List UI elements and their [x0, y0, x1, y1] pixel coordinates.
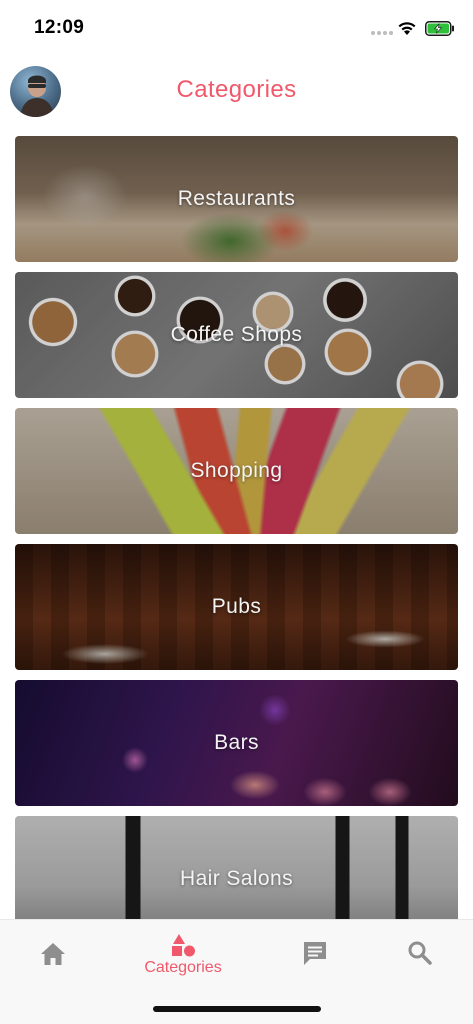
- category-card-restaurants[interactable]: Restaurants: [15, 136, 458, 262]
- message-icon: [304, 942, 326, 965]
- category-label: Bars: [214, 731, 259, 754]
- wifi-icon: [398, 22, 416, 35]
- category-list[interactable]: Restaurants Coffee Shops Shopping Pubs B…: [15, 136, 458, 919]
- home-icon: [41, 943, 65, 965]
- battery-charging-icon: [425, 21, 454, 36]
- category-label: Coffee Shops: [170, 323, 303, 346]
- category-card-pubs[interactable]: Pubs: [15, 544, 458, 670]
- tab-search[interactable]: [400, 920, 440, 990]
- category-card-shopping[interactable]: Shopping: [15, 408, 458, 534]
- cellular-signal-icon: [371, 31, 393, 35]
- category-label: Pubs: [211, 595, 262, 618]
- category-card-coffee-shops[interactable]: Coffee Shops: [15, 272, 458, 398]
- home-indicator: [153, 1006, 321, 1012]
- tab-messages[interactable]: [295, 920, 335, 990]
- tab-categories-label: Categories: [144, 959, 222, 976]
- category-label: Shopping: [190, 459, 283, 482]
- status-time: 12:09: [34, 17, 85, 38]
- category-label: Hair Salons: [180, 867, 293, 890]
- status-bar: 12:09: [0, 0, 473, 56]
- tab-categories[interactable]: Categories: [128, 920, 238, 990]
- search-icon: [408, 941, 432, 965]
- tab-home[interactable]: [33, 920, 73, 990]
- page-title: Categories: [176, 76, 297, 103]
- app-header: Categories: [0, 60, 473, 124]
- category-label: Restaurants: [177, 187, 296, 210]
- category-card-bars[interactable]: Bars: [15, 680, 458, 806]
- shapes-icon: [172, 934, 195, 957]
- category-card-hair-salons[interactable]: Hair Salons: [15, 816, 458, 919]
